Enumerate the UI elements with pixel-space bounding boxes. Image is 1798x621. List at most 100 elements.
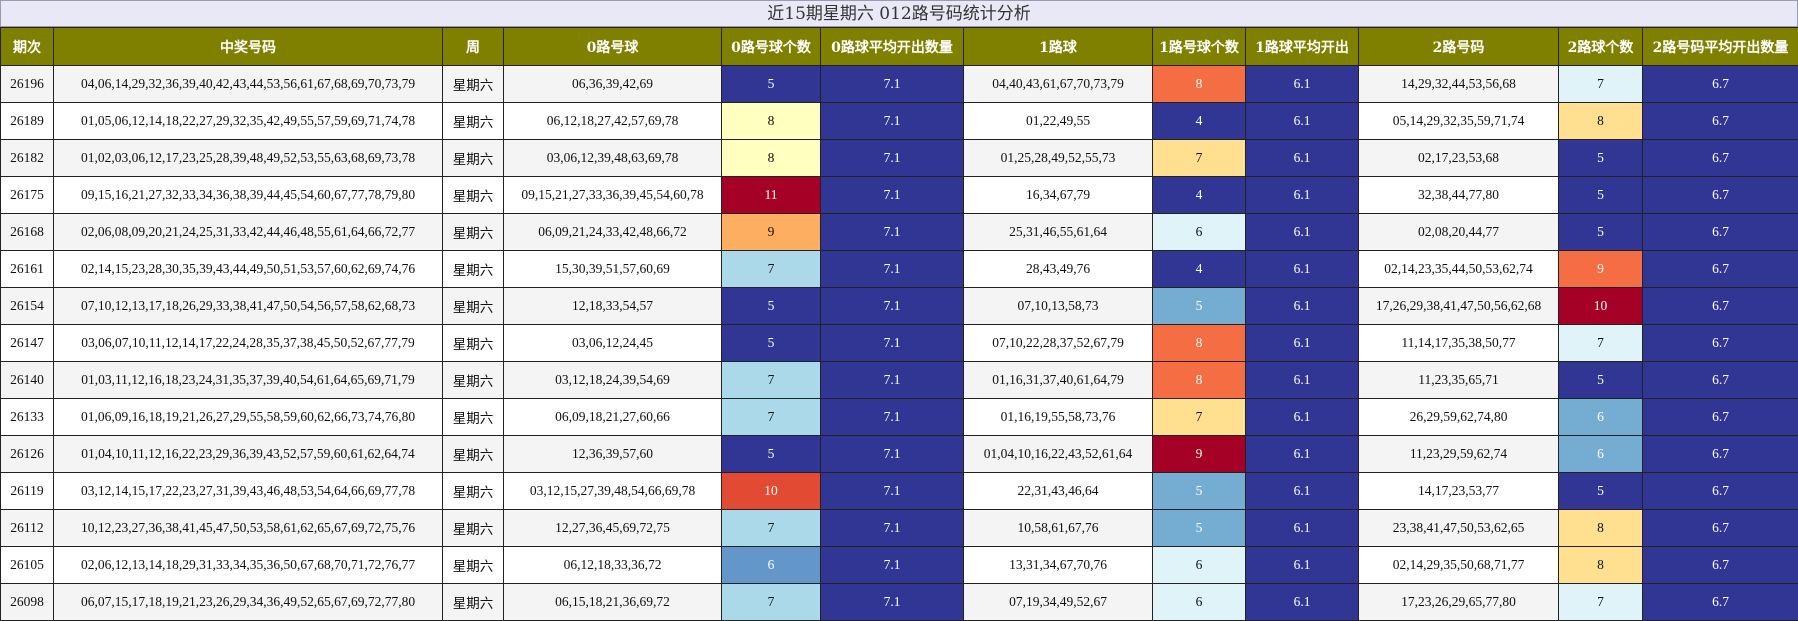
cell-period: 26112 (0, 509, 54, 547)
cell-route0-avg: 7.1 (820, 472, 964, 510)
cell-route1-balls: 01,04,10,16,22,43,52,61,64 (963, 435, 1153, 473)
cell-route2-count: 7 (1558, 65, 1643, 103)
header-row: 期次 中奖号码周 0路号球 0路号球个数 0路球平均开出数量 1路球 1路号球个数 1路球平均… (0, 27, 1798, 66)
cell-route2-balls: 32,38,44,77,80 (1358, 176, 1559, 214)
cell-route0-balls: 06,12,18,33,36,72 (503, 546, 722, 584)
table-header: 期次 中奖号码周 0路号球 0路号球个数 0路球平均开出数量 1路球 1路号球个数 1路球平均… (0, 27, 1798, 66)
cell-route2-count: 9 (1558, 250, 1643, 288)
cell-winning-numbers: 01,03,11,12,16,18,23,24,31,35,37,39,40,5… (53, 361, 443, 399)
cell-route2-balls: 11,23,35,65,71 (1358, 361, 1559, 399)
header-route1-avg: 1路球平均开出 (1245, 27, 1359, 66)
cell-route1-avg: 6.1 (1245, 65, 1359, 103)
cell-route1-avg: 6.1 (1245, 213, 1359, 251)
cell-route0-balls: 06,12,18,27,42,57,69,78 (503, 102, 722, 140)
cell-route2-balls: 02,14,23,35,44,50,53,62,74 (1358, 250, 1559, 288)
cell-weekday: 星期六 (442, 250, 504, 288)
cell-period: 26196 (0, 65, 54, 103)
cell-period: 26175 (0, 176, 54, 214)
cell-route0-avg: 7.1 (820, 509, 964, 547)
cell-route2-count: 6 (1558, 398, 1643, 436)
cell-route1-balls: 07,10,22,28,37,52,67,79 (963, 324, 1153, 362)
cell-period: 26168 (0, 213, 54, 251)
cell-route1-avg: 6.1 (1245, 583, 1359, 621)
cell-route2-balls: 02,17,23,53,68 (1358, 139, 1559, 177)
cell-route2-avg: 6.7 (1642, 398, 1798, 436)
cell-route0-count: 7 (721, 509, 821, 547)
header-route2-balls: 2路号码 (1358, 27, 1559, 66)
cell-route0-count: 5 (721, 287, 821, 325)
table-row: 26189 01,05,06,12,14,18,22,27,29,32,35,42… (0, 102, 1798, 140)
cell-route1-avg: 6.1 (1245, 102, 1359, 140)
cell-period: 26189 (0, 102, 54, 140)
cell-route0-count: 10 (721, 472, 821, 510)
cell-route2-avg: 6.7 (1642, 324, 1798, 362)
cell-route0-balls: 12,36,39,57,60 (503, 435, 722, 473)
cell-route1-balls: 07,19,34,49,52,67 (963, 583, 1153, 621)
cell-route1-balls: 25,31,46,55,61,64 (963, 213, 1153, 251)
header-route0-balls: 0路号球 (503, 27, 722, 66)
cell-route0-count: 7 (721, 583, 821, 621)
cell-weekday: 星期六 (442, 65, 504, 103)
cell-route0-count: 5 (721, 65, 821, 103)
table-row: 26168 02,06,08,09,20,21,24,25,31,33,42,44… (0, 213, 1798, 251)
cell-route1-balls: 01,25,28,49,52,55,73 (963, 139, 1153, 177)
cell-winning-numbers: 04,06,14,29,32,36,39,40,42,43,44,53,56,6… (53, 65, 443, 103)
cell-weekday: 星期六 (442, 398, 504, 436)
table-row: 26105 02,06,12,13,14,18,29,31,33,34,35,36… (0, 546, 1798, 584)
cell-route2-balls: 02,14,29,35,50,68,71,77 (1358, 546, 1559, 584)
cell-weekday: 星期六 (442, 324, 504, 362)
cell-route1-balls: 01,22,49,55 (963, 102, 1153, 140)
table-title: 近15期星期六 012路号码统计分析 (0, 0, 1798, 27)
cell-route2-avg: 6.7 (1642, 435, 1798, 473)
cell-route0-avg: 7.1 (820, 398, 964, 436)
cell-winning-numbers: 07,10,12,13,17,18,26,29,33,38,41,47,50,5… (53, 287, 443, 325)
cell-route1-count: 6 (1152, 546, 1246, 584)
cell-route2-count: 7 (1558, 583, 1643, 621)
cell-route2-count: 5 (1558, 176, 1643, 214)
cell-route0-balls: 12,18,33,54,57 (503, 287, 722, 325)
cell-weekday: 星期六 (442, 139, 504, 177)
cell-route1-balls: 28,43,49,76 (963, 250, 1153, 288)
cell-route0-avg: 7.1 (820, 546, 964, 584)
cell-route1-avg: 6.1 (1245, 398, 1359, 436)
cell-route1-count: 4 (1152, 176, 1246, 214)
cell-route1-avg: 6.1 (1245, 361, 1359, 399)
cell-route1-balls: 22,31,43,46,64 (963, 472, 1153, 510)
cell-route2-count: 8 (1558, 546, 1643, 584)
cell-route2-balls: 17,26,29,38,41,47,50,56,62,68 (1358, 287, 1559, 325)
cell-route2-avg: 6.7 (1642, 176, 1798, 214)
cell-route0-avg: 7.1 (820, 435, 964, 473)
cell-route2-count: 6 (1558, 435, 1643, 473)
cell-period: 26126 (0, 435, 54, 473)
cell-weekday: 星期六 (442, 583, 504, 621)
cell-winning-numbers: 01,04,10,11,12,16,22,23,29,36,39,43,52,5… (53, 435, 443, 473)
cell-route1-count: 8 (1152, 361, 1246, 399)
header-route2-count: 2路球个数 (1558, 27, 1643, 66)
cell-route0-avg: 7.1 (820, 139, 964, 177)
cell-period: 26140 (0, 361, 54, 399)
cell-route0-balls: 03,06,12,24,45 (503, 324, 722, 362)
cell-route2-avg: 6.7 (1642, 472, 1798, 510)
cell-route2-balls: 17,23,26,29,65,77,80 (1358, 583, 1559, 621)
cell-route0-avg: 7.1 (820, 324, 964, 362)
cell-winning-numbers: 03,12,14,15,17,22,23,27,31,39,43,46,48,5… (53, 472, 443, 510)
cell-route0-balls: 06,09,21,24,33,42,48,66,72 (503, 213, 722, 251)
cell-winning-numbers: 01,06,09,16,18,19,21,26,27,29,55,58,59,6… (53, 398, 443, 436)
cell-route0-balls: 03,12,18,24,39,54,69 (503, 361, 722, 399)
cell-route2-avg: 6.7 (1642, 139, 1798, 177)
cell-period: 26147 (0, 324, 54, 362)
table-row: 26126 01,04,10,11,12,16,22,23,29,36,39,43… (0, 435, 1798, 473)
cell-weekday: 星期六 (442, 213, 504, 251)
cell-route1-balls: 13,31,34,67,70,76 (963, 546, 1153, 584)
cell-route0-balls: 06,09,18,21,27,60,66 (503, 398, 722, 436)
cell-route1-count: 8 (1152, 65, 1246, 103)
cell-route0-balls: 09,15,21,27,33,36,39,45,54,60,78 (503, 176, 722, 214)
cell-period: 26133 (0, 398, 54, 436)
cell-route2-count: 10 (1558, 287, 1643, 325)
cell-route1-count: 7 (1152, 139, 1246, 177)
cell-route0-count: 8 (721, 139, 821, 177)
cell-route2-balls: 23,38,41,47,50,53,62,65 (1358, 509, 1559, 547)
cell-route0-avg: 7.1 (820, 213, 964, 251)
cell-route0-avg: 7.1 (820, 583, 964, 621)
cell-winning-numbers: 01,05,06,12,14,18,22,27,29,32,35,42,49,5… (53, 102, 443, 140)
